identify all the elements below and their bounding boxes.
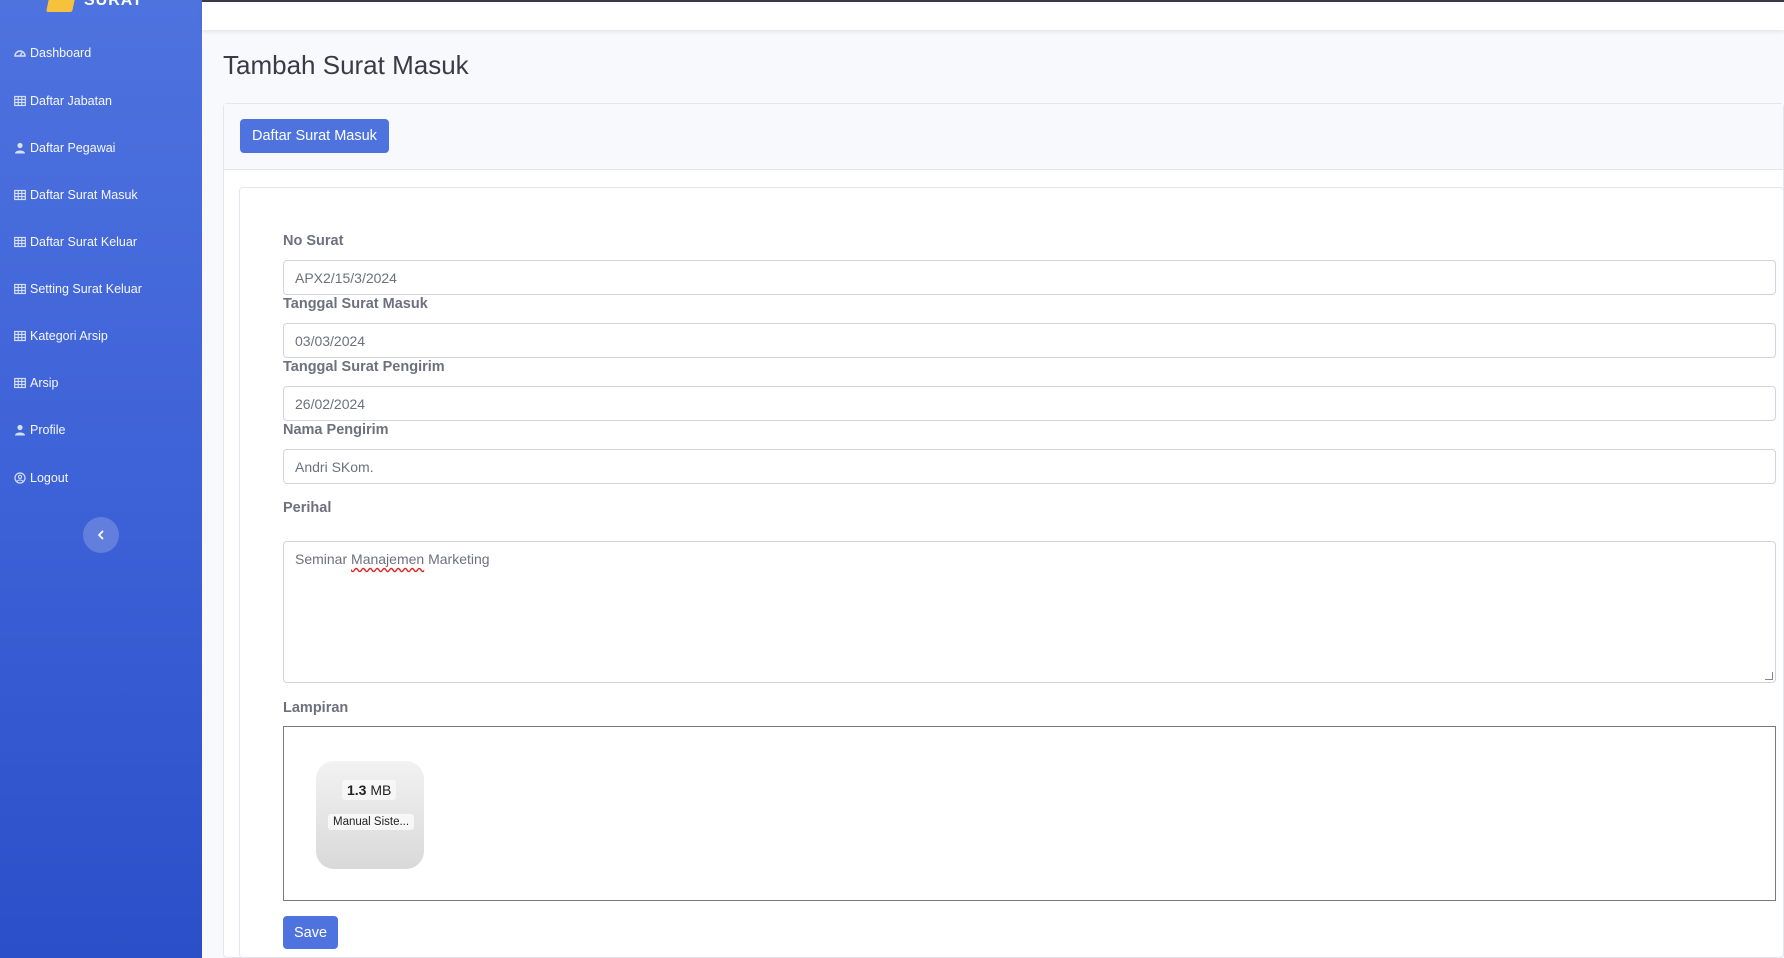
user-icon <box>15 142 25 154</box>
sidebar-item-daftar-jabatan[interactable]: Daftar Jabatan <box>14 89 112 113</box>
perihal-text-1: Seminar <box>295 551 352 567</box>
table-icon <box>14 189 26 201</box>
topbar <box>202 0 1784 30</box>
sidebar-item-label: Profile <box>30 423 66 437</box>
file-size-value: 1.3 <box>347 782 367 798</box>
tanggal-surat-pengirim-label: Tanggal Surat Pengirim <box>283 359 445 375</box>
sidebar-item-label: Daftar Surat Masuk <box>30 188 138 202</box>
nama-pengirim-input[interactable]: Andri SKom. <box>283 449 1776 484</box>
sidebar-item-arsip[interactable]: Arsip <box>14 371 58 395</box>
sidebar-item-label: Logout <box>30 471 69 485</box>
sidebar-item-label: Dashboard <box>30 46 92 60</box>
sidebar-item-label: Daftar Jabatan <box>30 94 112 108</box>
table-icon <box>14 330 26 342</box>
table-icon <box>14 377 26 389</box>
sidebar-item-profile[interactable]: Profile <box>14 418 65 442</box>
sidebar-toggle-button[interactable] <box>83 517 119 553</box>
file-preview[interactable]: 1.3 MB Manual Siste... <box>316 761 424 869</box>
nama-pengirim-label: Nama Pengirim <box>283 422 389 438</box>
sidebar: SURAT Dashboard Daftar Jabatan Daftar Pe… <box>0 0 202 958</box>
brand-text[interactable]: SURAT <box>84 0 143 10</box>
sidebar-item-kategori-arsip[interactable]: Kategori Arsip <box>14 324 108 348</box>
sidebar-item-label: Daftar Pegawai <box>30 141 116 155</box>
tanggal-surat-masuk-value: 03/03/2024 <box>295 332 366 349</box>
save-button[interactable]: Save <box>283 916 339 949</box>
page-title: Tambah Surat Masuk <box>223 50 469 80</box>
table-icon <box>14 283 26 295</box>
sidebar-item-label: Setting Surat Keluar <box>30 282 142 296</box>
dashboard-icon <box>14 50 26 57</box>
lampiran-label: Lampiran <box>283 700 349 716</box>
perihal-label: Perihal <box>283 500 332 516</box>
chevron-left-icon <box>98 530 104 540</box>
no-surat-label: No Surat <box>283 233 344 249</box>
sidebar-item-label: Arsip <box>30 376 59 390</box>
logout-icon <box>14 472 26 484</box>
file-name: Manual Siste... <box>328 814 415 830</box>
sidebar-item-label: Daftar Surat Keluar <box>30 235 137 249</box>
sidebar-item-dashboard[interactable]: Dashboard <box>14 41 91 65</box>
resize-handle[interactable] <box>1765 672 1773 680</box>
app-root: SURAT Dashboard Daftar Jabatan Daftar Pe… <box>0 0 1784 958</box>
sidebar-item-label: Kategori Arsip <box>30 329 108 343</box>
brand-logo[interactable] <box>46 0 76 12</box>
lampiran-dropzone[interactable]: 1.3 MB Manual Siste... <box>283 726 1776 901</box>
perihal-text-misspelled: Manajemen <box>351 551 425 567</box>
tanggal-surat-masuk-input[interactable]: 03/03/2024 <box>283 323 1776 358</box>
sidebar-item-setting-surat-keluar[interactable]: Setting Surat Keluar <box>14 277 142 301</box>
daftar-surat-masuk-button[interactable]: Daftar Surat Masuk <box>240 119 389 153</box>
user-icon <box>15 424 25 436</box>
tanggal-surat-pengirim-value: 26/02/2024 <box>295 395 366 412</box>
no-surat-value: APX2/15/3/2024 <box>295 269 397 286</box>
tanggal-surat-pengirim-input[interactable]: 26/02/2024 <box>283 386 1776 421</box>
file-size-unit: MB <box>370 782 392 798</box>
sidebar-item-daftar-pegawai[interactable]: Daftar Pegawai <box>14 136 115 160</box>
no-surat-input[interactable]: APX2/15/3/2024 <box>283 260 1776 295</box>
perihal-text-2: Marketing <box>424 551 490 567</box>
sidebar-item-daftar-surat-masuk[interactable]: Daftar Surat Masuk <box>14 183 138 207</box>
perihal-textarea[interactable]: Seminar Manajemen Marketing <box>283 541 1776 683</box>
table-icon <box>14 236 26 248</box>
table-icon <box>14 95 26 107</box>
sidebar-item-daftar-surat-keluar[interactable]: Daftar Surat Keluar <box>14 230 137 254</box>
nama-pengirim-value: Andri SKom. <box>295 458 374 475</box>
tanggal-surat-masuk-label: Tanggal Surat Masuk <box>283 296 428 312</box>
file-size: 1.3 MB <box>342 780 397 800</box>
sidebar-item-logout[interactable]: Logout <box>14 466 68 490</box>
card-header: Daftar Surat Masuk <box>224 104 1783 170</box>
